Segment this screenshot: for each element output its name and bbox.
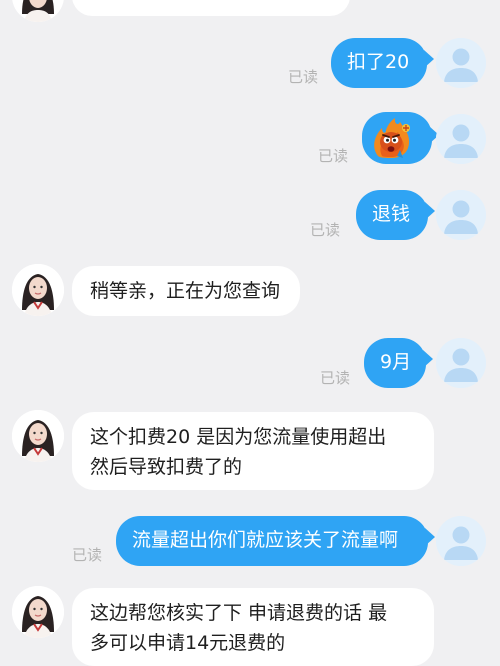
- agent-avatar-image: [12, 264, 64, 316]
- user-avatar[interactable]: [436, 190, 486, 240]
- message-bubble-outgoing[interactable]: 流量超出你们就应该关了流量啊: [116, 516, 435, 566]
- message-bubble-sticker[interactable]: [362, 112, 439, 164]
- agent-avatar-image: [12, 586, 64, 638]
- angry-fire-emoji-icon: [374, 118, 410, 158]
- read-receipt: 已读: [310, 221, 341, 239]
- user-avatar[interactable]: [436, 338, 486, 388]
- agent-avatar-image: [12, 410, 64, 462]
- message-bubble-outgoing[interactable]: 扣了20: [331, 38, 434, 88]
- user-avatar[interactable]: [436, 38, 486, 88]
- agent-avatar[interactable]: [12, 264, 64, 316]
- message-bubble-outgoing[interactable]: 9月: [364, 338, 433, 388]
- read-receipt: 已读: [72, 546, 103, 564]
- read-receipt: 已读: [320, 369, 351, 387]
- default-user-icon: [436, 38, 486, 88]
- agent-avatar[interactable]: [12, 586, 64, 638]
- message-bubble-incoming[interactable]: 稍等亲，正在为您查询: [72, 266, 300, 316]
- agent-avatar-image: [12, 0, 64, 22]
- agent-avatar[interactable]: [12, 410, 64, 462]
- agent-avatar[interactable]: [12, 0, 64, 22]
- message-line: 这个扣费20 是因为您流量使用超出: [90, 426, 387, 448]
- message-bubble-outgoing[interactable]: 退钱: [356, 190, 435, 240]
- message-line: 然后导致扣费了的: [90, 456, 243, 478]
- read-receipt: 已读: [288, 68, 319, 86]
- read-receipt: 已读: [318, 147, 349, 165]
- user-avatar[interactable]: [436, 516, 486, 566]
- default-user-icon: [436, 114, 486, 164]
- chat-thread: 已读 扣了20 已读 已读 退钱 稍等亲，正在为您查询 已读 9月 这个扣费20…: [0, 0, 500, 666]
- default-user-icon: [436, 516, 486, 566]
- message-line: 这边帮您核实了下 申请退费的话 最: [90, 602, 388, 624]
- user-avatar[interactable]: [436, 114, 486, 164]
- message-bubble-incoming[interactable]: [72, 0, 350, 16]
- message-line: 多可以申请14元退费的: [90, 632, 286, 654]
- message-bubble-incoming[interactable]: 这个扣费20 是因为您流量使用超出 然后导致扣费了的: [72, 412, 434, 490]
- message-bubble-incoming[interactable]: 这边帮您核实了下 申请退费的话 最 多可以申请14元退费的: [72, 588, 434, 666]
- default-user-icon: [436, 338, 486, 388]
- default-user-icon: [436, 190, 486, 240]
